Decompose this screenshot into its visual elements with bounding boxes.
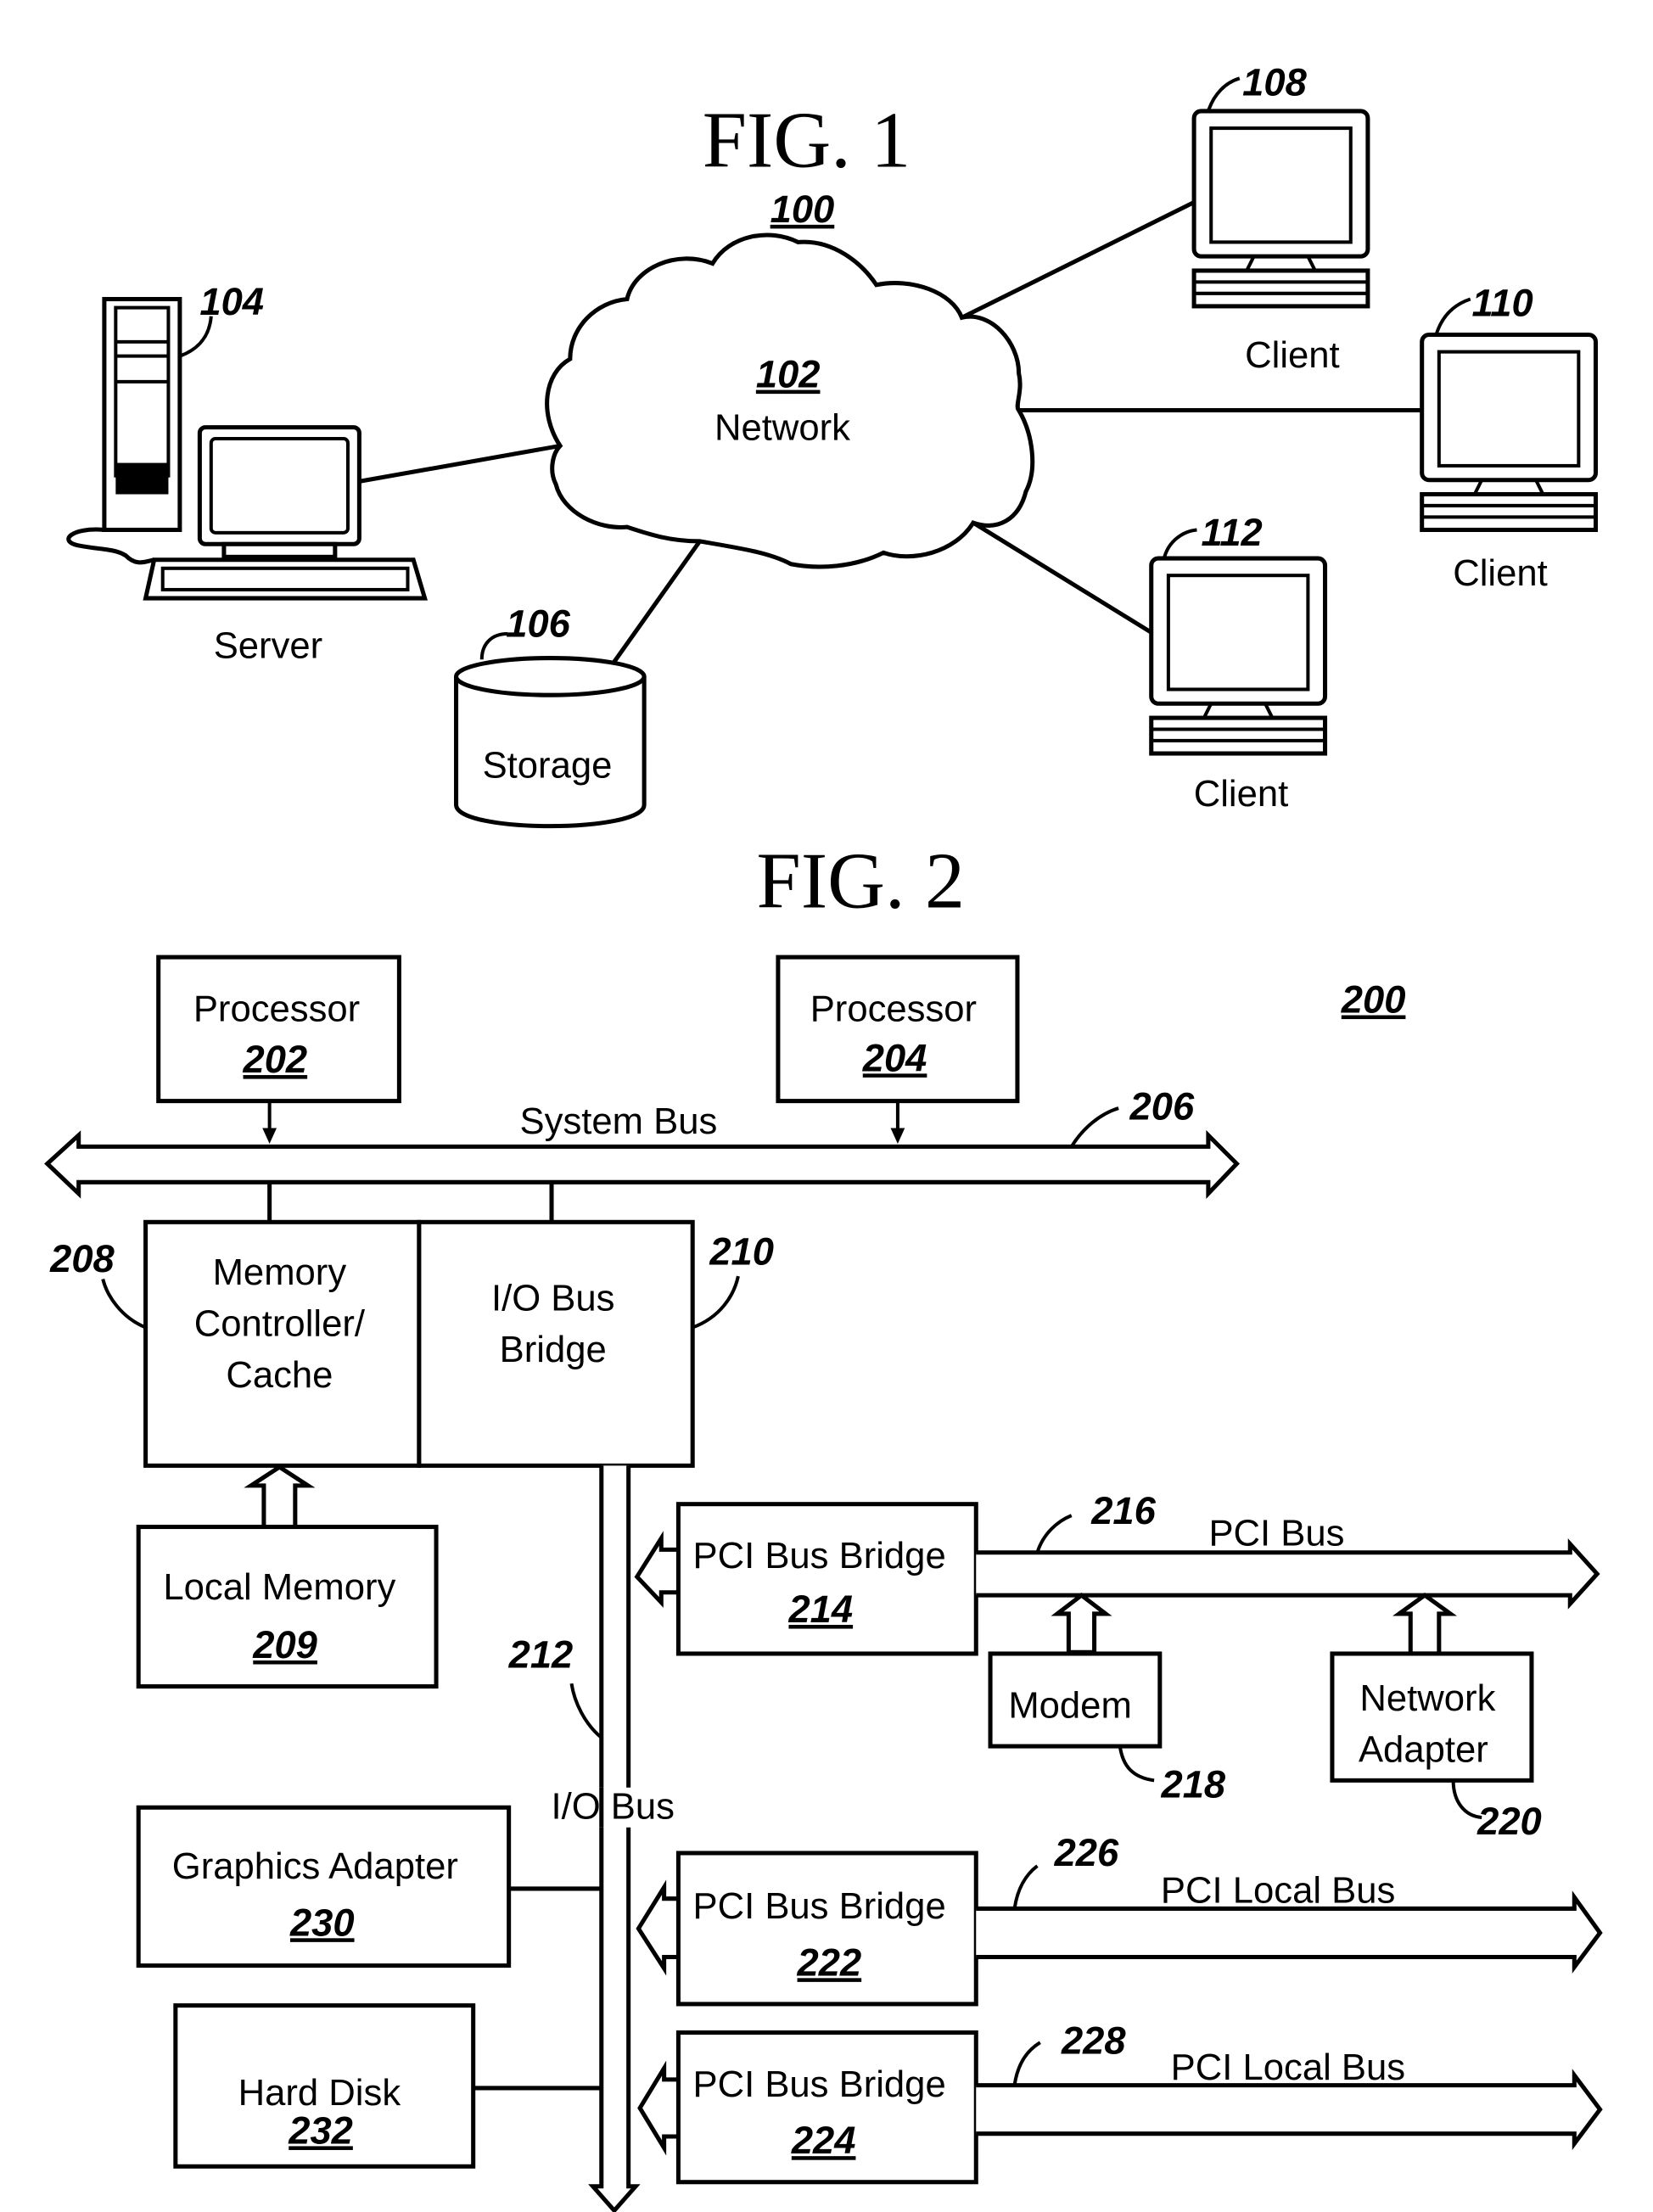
pci-local-bus-228: PCI Local Bus 228 (976, 2019, 1603, 2150)
client-112-ref: 112 (1201, 511, 1262, 554)
pci-bus-216: PCI Bus 216 (976, 1489, 1600, 1610)
server-label: Server (214, 625, 323, 667)
graphics-adapter-label: Graphics Adapter (172, 1845, 458, 1887)
local-memory: Local Memory 209 (136, 1525, 439, 1689)
processor-202-label: Processor (193, 988, 360, 1030)
server-network-link (358, 443, 561, 484)
hard-disk: Hard Disk 232 (173, 2003, 476, 2169)
network-label: Network (714, 407, 850, 449)
modem: Modem 218 (988, 1651, 1226, 1806)
local-memory-label: Local Memory (163, 1566, 395, 1608)
system-bus-ref: 206 (1129, 1084, 1195, 1128)
pci-bus-216-label: PCI Bus (1208, 1512, 1344, 1554)
server-ref: 104 (199, 280, 264, 323)
client-108-label: Client (1245, 334, 1340, 376)
memory-controller-line2: Controller/ (194, 1303, 366, 1345)
pci-bridge-224-label: PCI Bus Bridge (692, 2064, 945, 2105)
network-cloud: 102 Network (545, 232, 1035, 569)
pci-bridge-224-ref: 224 (791, 2119, 856, 2162)
storage-ref: 106 (506, 602, 570, 645)
network-client108-link (961, 200, 1196, 320)
pci-local-bus-228-label: PCI Local Bus (1171, 2047, 1405, 2088)
client-110-label: Client (1453, 552, 1548, 594)
pci-local-bus-226-label: PCI Local Bus (1161, 1870, 1395, 1912)
network-adapter: Network Adapter 220 (1330, 1651, 1542, 1843)
io-bus-ref: 212 (508, 1633, 574, 1677)
pci-bridge-214-label: PCI Bus Bridge (692, 1535, 945, 1576)
local-memory-ref: 209 (252, 1623, 317, 1666)
processor-204: Processor 204 (776, 955, 1020, 1104)
client-108-ref: 108 (1242, 60, 1307, 104)
pci-bus-bridge-224: PCI Bus Bridge 224 (675, 2030, 978, 2185)
server-icon: 104 Server (66, 280, 428, 667)
fig1: FIG. 1 100 102 Network 104 Server 106 St… (66, 60, 1599, 829)
io-bus-bridge: I/O Bus Bridge 210 (417, 1219, 774, 1468)
storage-label: Storage (483, 745, 613, 787)
network-adapter-line1: Network (1359, 1677, 1495, 1719)
client-110-icon: 110 Client (1420, 282, 1599, 594)
pci-bus-bridge-214: PCI Bus Bridge 214 (675, 1502, 978, 1656)
network-client112-link (972, 520, 1153, 635)
pci-local-bus-228-ref: 228 (1061, 2019, 1126, 2063)
processor-204-label: Processor (810, 988, 977, 1030)
patent-drawing: FIG. 1 100 102 Network 104 Server 106 St… (44, 60, 1603, 2212)
io-bridge-ref: 210 (709, 1230, 774, 1274)
hard-disk-ref: 232 (288, 2108, 353, 2152)
client-108-icon: 108 Client (1191, 60, 1370, 376)
client-112-label: Client (1194, 773, 1289, 815)
pci-bridge-214-ref: 214 (787, 1588, 853, 1631)
network-adapter-ref: 220 (1476, 1800, 1542, 1843)
io-bus-label: I/O Bus (551, 1786, 674, 1828)
pci-bus-bridge-222: PCI Bus Bridge 222 (675, 1851, 978, 2007)
hard-disk-label: Hard Disk (238, 2072, 401, 2114)
io-bridge-line1: I/O Bus (491, 1277, 614, 1319)
client-110-ref: 110 (1471, 282, 1533, 325)
memory-controller-line1: Memory (213, 1252, 347, 1293)
modem-label: Modem (1008, 1684, 1131, 1726)
system-bus-label: System Bus (520, 1100, 718, 1142)
processor-204-ref: 204 (862, 1036, 927, 1079)
fig1-ref: 100 (770, 188, 835, 231)
fig2-ref: 200 (1341, 978, 1406, 1022)
memory-controller-line3: Cache (226, 1354, 333, 1396)
memory-controller-ref: 208 (49, 1237, 115, 1280)
processor-202: Processor 202 (156, 955, 401, 1104)
pci-bus-216-ref: 216 (1090, 1489, 1156, 1532)
io-bridge-line2: Bridge (500, 1329, 607, 1370)
graphics-adapter: Graphics Adapter 230 (136, 1805, 512, 1968)
pci-bridge-222-label: PCI Bus Bridge (692, 1885, 945, 1927)
modem-ref: 218 (1160, 1763, 1225, 1806)
pci-local-bus-226: PCI Local Bus 226 (976, 1831, 1603, 1974)
processor-202-ref: 202 (243, 1038, 308, 1081)
network-storage-link (611, 540, 702, 665)
memory-controller: Memory Controller/ Cache 208 (49, 1219, 422, 1468)
pci-local-bus-226-ref: 226 (1054, 1831, 1119, 1874)
client-112-icon: 112 Client (1149, 511, 1328, 815)
storage-icon: 106 Storage (454, 602, 647, 829)
network-ref: 102 (756, 353, 821, 396)
fig1-title: FIG. 1 (703, 96, 911, 184)
network-adapter-line1: Adapter (1359, 1729, 1488, 1771)
fig2: FIG. 2 200 Processor 202 Processor 204 S… (44, 837, 1603, 2212)
graphics-adapter-ref: 230 (289, 1901, 355, 1944)
pci-bridge-222-ref: 222 (797, 1940, 862, 1984)
fig2-title: FIG. 2 (757, 837, 965, 925)
